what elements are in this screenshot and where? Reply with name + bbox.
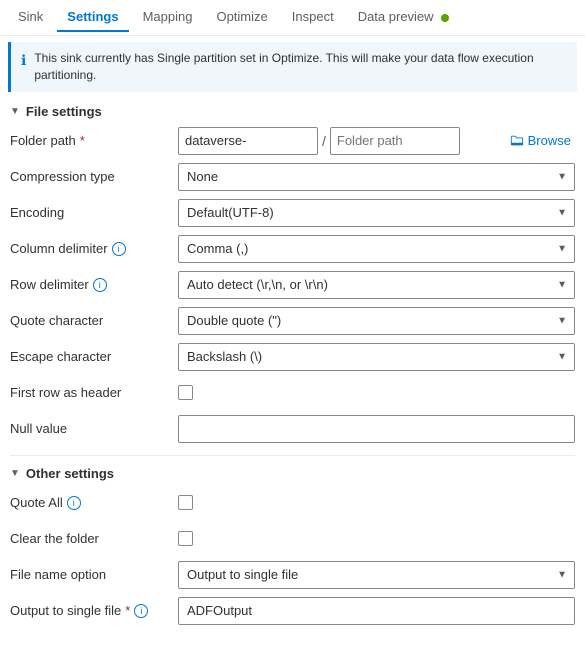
quote-all-label: Quote All i [10, 495, 170, 510]
column-delimiter-label: Column delimiter i [10, 241, 170, 256]
quote-character-dropdown-wrapper: Double quote (") Single quote (') None ▼ [178, 307, 575, 335]
column-delimiter-control: Comma (,) Semicolon (;) Tab (\t) Pipe (|… [178, 235, 575, 263]
folder-main-input[interactable] [178, 127, 318, 155]
other-settings-header: ▼ Other settings [0, 460, 585, 485]
collapse-triangle[interactable]: ▼ [10, 106, 20, 117]
escape-character-label: Escape character [10, 349, 170, 364]
file-settings-header: ▼ File settings [0, 98, 585, 123]
file-name-option-dropdown-wrapper: Output to single file Default Per partit… [178, 561, 575, 589]
quote-all-checkbox[interactable] [178, 495, 193, 510]
tab-bar: Sink Settings Mapping Optimize Inspect D… [0, 0, 585, 36]
tab-mapping[interactable]: Mapping [133, 3, 203, 32]
other-settings-form: Quote All i Clear the folder File name o… [0, 485, 585, 633]
info-banner: ℹ This sink currently has Single partiti… [8, 42, 577, 92]
first-row-header-checkbox[interactable] [178, 385, 193, 400]
other-collapse-triangle[interactable]: ▼ [10, 468, 20, 479]
compression-type-dropdown-wrapper: None gzip bzip2 deflate ZipDeflate snapp… [178, 163, 575, 191]
escape-character-select[interactable]: Backslash (\) Double quote (") None [178, 343, 575, 371]
tab-settings[interactable]: Settings [57, 3, 128, 32]
row-delimiter-select[interactable]: Auto detect (\r,\n, or \r\n) \r\n \n \r … [178, 271, 575, 299]
quote-character-select[interactable]: Double quote (") Single quote (') None [178, 307, 575, 335]
path-separator: / [322, 133, 326, 149]
output-single-file-label: Output to single file * i [10, 603, 170, 618]
clear-folder-control [178, 531, 575, 546]
quote-character-label: Quote character [10, 313, 170, 328]
escape-character-row: Escape character Backslash (\) Double qu… [10, 341, 575, 373]
output-single-file-row: Output to single file * i [10, 595, 575, 627]
clear-folder-checkbox[interactable] [178, 531, 193, 546]
escape-character-control: Backslash (\) Double quote (") None ▼ [178, 343, 575, 371]
output-single-info-icon[interactable]: i [134, 604, 148, 618]
encoding-row: Encoding Default(UTF-8) UTF-8 UTF-16 ASC… [10, 197, 575, 229]
null-value-control [178, 415, 575, 443]
row-delimiter-control: Auto detect (\r,\n, or \r\n) \r\n \n \r … [178, 271, 575, 299]
column-delimiter-info-icon[interactable]: i [112, 242, 126, 256]
folder-path-required: * [80, 133, 85, 148]
quote-character-row: Quote character Double quote (") Single … [10, 305, 575, 337]
output-single-file-input[interactable] [178, 597, 575, 625]
quote-all-row: Quote All i [10, 487, 575, 519]
browse-button[interactable]: Browse [506, 133, 575, 148]
output-single-file-control [178, 597, 575, 625]
compression-type-control: None gzip bzip2 deflate ZipDeflate snapp… [178, 163, 575, 191]
quote-all-control [178, 495, 575, 510]
escape-character-dropdown-wrapper: Backslash (\) Double quote (") None ▼ [178, 343, 575, 371]
file-name-option-row: File name option Output to single file D… [10, 559, 575, 591]
row-delimiter-row: Row delimiter i Auto detect (\r,\n, or \… [10, 269, 575, 301]
file-settings-form: Folder path * / Browse Compression type [0, 123, 585, 451]
encoding-dropdown-wrapper: Default(UTF-8) UTF-8 UTF-16 ASCII ISO-88… [178, 199, 575, 227]
clear-folder-label: Clear the folder [10, 531, 170, 546]
tab-sink[interactable]: Sink [8, 3, 53, 32]
browse-icon [510, 134, 524, 148]
column-delimiter-select[interactable]: Comma (,) Semicolon (;) Tab (\t) Pipe (|… [178, 235, 575, 263]
tab-inspect[interactable]: Inspect [282, 3, 344, 32]
section-divider [10, 455, 575, 456]
file-name-option-select[interactable]: Output to single file Default Per partit… [178, 561, 575, 589]
encoding-control: Default(UTF-8) UTF-8 UTF-16 ASCII ISO-88… [178, 199, 575, 227]
output-single-required: * [125, 603, 130, 618]
tab-optimize[interactable]: Optimize [206, 3, 277, 32]
quote-character-control: Double quote (") Single quote (') None ▼ [178, 307, 575, 335]
other-settings-label: Other settings [26, 466, 114, 481]
clear-folder-row: Clear the folder [10, 523, 575, 555]
null-value-input[interactable] [178, 415, 575, 443]
info-text: This sink currently has Single partition… [34, 50, 567, 84]
compression-type-row: Compression type None gzip bzip2 deflate… [10, 161, 575, 193]
first-row-header-control [178, 385, 575, 400]
file-name-option-label: File name option [10, 567, 170, 582]
row-delimiter-label: Row delimiter i [10, 277, 170, 292]
folder-path-controls: / Browse [178, 127, 575, 155]
compression-type-select[interactable]: None gzip bzip2 deflate ZipDeflate snapp… [178, 163, 575, 191]
folder-path-input[interactable] [330, 127, 460, 155]
encoding-select[interactable]: Default(UTF-8) UTF-8 UTF-16 ASCII ISO-88… [178, 199, 575, 227]
column-delimiter-row: Column delimiter i Comma (,) Semicolon (… [10, 233, 575, 265]
row-delimiter-info-icon[interactable]: i [93, 278, 107, 292]
quote-all-info-icon[interactable]: i [67, 496, 81, 510]
null-value-label: Null value [10, 421, 170, 436]
column-delimiter-dropdown-wrapper: Comma (,) Semicolon (;) Tab (\t) Pipe (|… [178, 235, 575, 263]
file-name-option-control: Output to single file Default Per partit… [178, 561, 575, 589]
file-settings-label: File settings [26, 104, 102, 119]
folder-path-inputs: / [178, 127, 502, 155]
compression-type-label: Compression type [10, 169, 170, 184]
first-row-header-row: First row as header [10, 377, 575, 409]
preview-dot [441, 14, 449, 22]
tab-data-preview[interactable]: Data preview [348, 3, 460, 32]
null-value-row: Null value [10, 413, 575, 445]
folder-path-row: Folder path * / Browse [10, 125, 575, 157]
row-delimiter-dropdown-wrapper: Auto detect (\r,\n, or \r\n) \r\n \n \r … [178, 271, 575, 299]
info-icon: ℹ [21, 51, 26, 71]
first-row-header-label: First row as header [10, 385, 170, 400]
encoding-label: Encoding [10, 205, 170, 220]
folder-path-label: Folder path * [10, 133, 170, 148]
